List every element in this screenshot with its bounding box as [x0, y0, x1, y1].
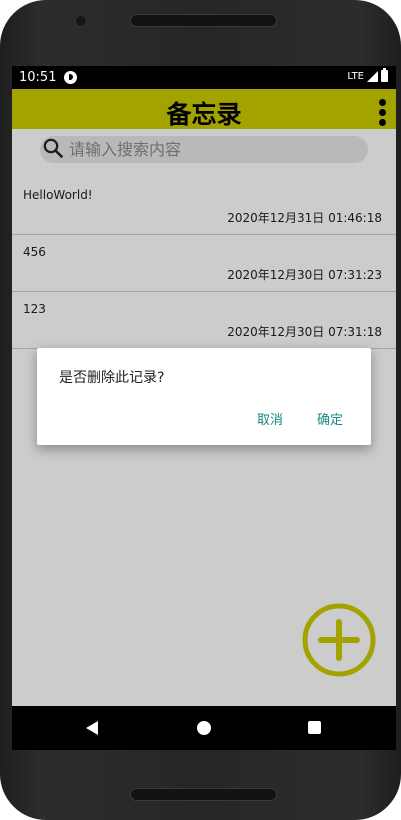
delete-confirm-dialog: 是否删除此记录? 取消 确定: [37, 348, 371, 445]
top-speaker: [130, 14, 277, 27]
confirm-button[interactable]: 确定: [317, 409, 343, 428]
cancel-button[interactable]: 取消: [257, 409, 283, 428]
front-camera: [75, 15, 87, 27]
bottom-speaker: [130, 788, 277, 801]
dialog-message: 是否删除此记录?: [59, 370, 165, 386]
navigation-bar: [12, 706, 396, 750]
status-time: 10:51: [19, 70, 57, 85]
status-bar: 10:51 LTE: [12, 66, 396, 89]
notification-app-icon: [64, 71, 77, 84]
phone-frame: 10:51 LTE 备忘录 HelloWorld! 202: [0, 0, 401, 820]
home-icon[interactable]: [197, 721, 211, 735]
back-icon[interactable]: [86, 721, 98, 735]
signal-icon: [367, 70, 378, 82]
battery-icon: [381, 68, 388, 82]
recents-icon[interactable]: [308, 721, 321, 734]
network-type: LTE: [347, 70, 364, 82]
screen: 10:51 LTE 备忘录 HelloWorld! 202: [12, 66, 396, 750]
status-indicators: LTE: [347, 68, 388, 82]
